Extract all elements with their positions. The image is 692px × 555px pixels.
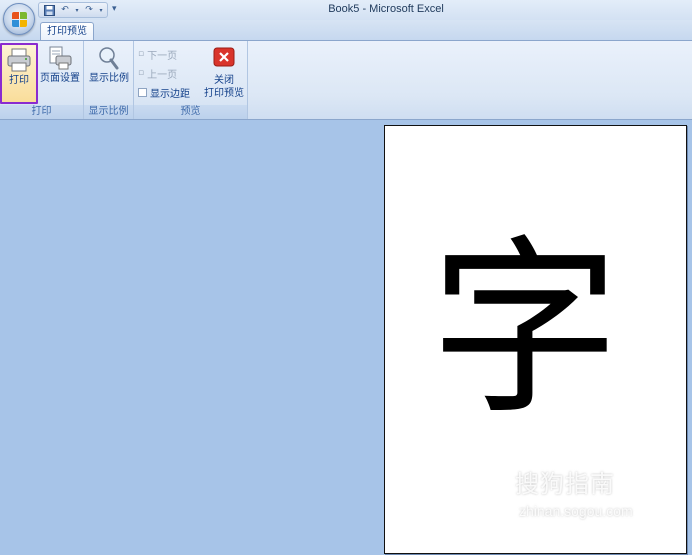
save-icon[interactable] (42, 4, 56, 17)
group-label-preview: 预览 (134, 105, 247, 119)
watermark-url: zhinan.sogou.com (519, 503, 633, 519)
print-label: 打印 (9, 75, 29, 86)
previous-page-icon: ▫ (138, 68, 145, 78)
next-page-button[interactable]: ▫ 下一页 (138, 46, 177, 62)
undo-icon[interactable]: ↶ (58, 4, 72, 17)
magnifier-icon (99, 47, 119, 70)
undo-dropdown-icon[interactable]: ▾ (74, 4, 80, 17)
page-setup-button[interactable]: 页面设置 (40, 43, 80, 101)
show-margins-label: 显示边距 (150, 88, 190, 100)
close-label-line1: 关闭 (214, 75, 234, 86)
office-logo-icon (12, 12, 28, 28)
preview-workspace[interactable]: 字 搜狗指南 zhinan.sogou.com (0, 121, 692, 555)
group-label-zoom: 显示比例 (84, 105, 133, 119)
tab-print-preview[interactable]: 打印预览 (40, 22, 94, 40)
office-button[interactable] (3, 3, 35, 35)
close-icon (213, 47, 235, 67)
zoom-button[interactable]: 显示比例 (89, 43, 129, 101)
redo-icon[interactable]: ↷ (82, 4, 96, 17)
preview-page[interactable]: 字 搜狗指南 zhinan.sogou.com (384, 125, 687, 554)
ribbon-tab-strip: 打印预览 (0, 20, 692, 40)
group-zoom: 显示比例 显示比例 (84, 41, 134, 119)
previous-page-label: 上一页 (147, 69, 178, 81)
page-setup-label: 页面设置 (40, 73, 80, 84)
watermark-brand: 搜狗指南 (515, 471, 615, 498)
next-page-icon: ▫ (138, 49, 145, 59)
ribbon: 打印 页面设置 打印 显示比例 显示比例 预览 ▫ 下一页 ▫ 上一页 显示边距… (0, 40, 692, 120)
show-margins-checkbox[interactable]: 显示边距 (138, 84, 190, 100)
redo-dropdown-icon[interactable]: ▾ (98, 4, 104, 17)
print-button[interactable]: 打印 (0, 43, 38, 104)
page-setup-icon (49, 46, 72, 70)
previous-page-button[interactable]: ▫ 上一页 (138, 65, 177, 81)
close-label-line2: 打印预览 (204, 88, 244, 99)
group-label-print: 打印 (0, 105, 83, 119)
printer-icon (7, 48, 31, 72)
next-page-label: 下一页 (147, 50, 178, 62)
watermark: 搜狗指南 zhinan.sogou.com (515, 464, 685, 519)
checkbox-icon (138, 87, 147, 97)
close-print-preview-button[interactable]: 关闭 打印预览 (203, 43, 245, 101)
page-content-character: 字 (429, 219, 620, 440)
quick-access-toolbar: ↶ ▾ ↷ ▾ (38, 2, 108, 18)
group-print: 打印 页面设置 打印 (0, 41, 84, 119)
zoom-label: 显示比例 (89, 73, 129, 84)
customize-qat-icon[interactable]: ▾ (112, 4, 117, 14)
